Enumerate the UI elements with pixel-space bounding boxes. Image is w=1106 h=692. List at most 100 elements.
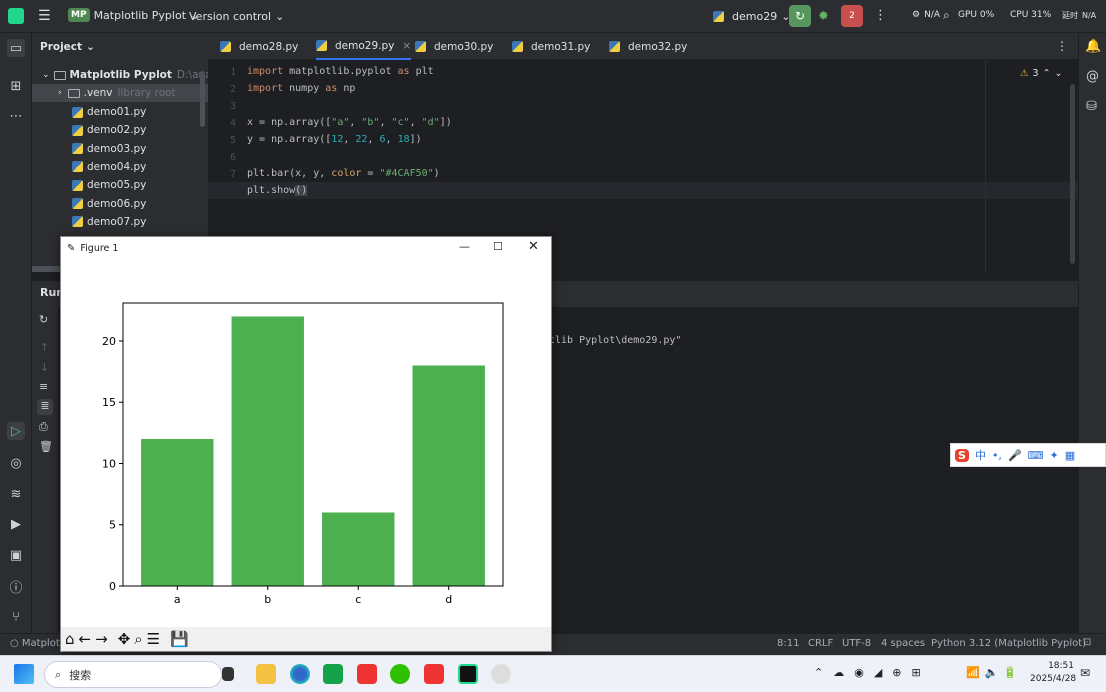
file-encoding[interactable]: UTF-8 xyxy=(842,638,871,649)
line-number: 2 xyxy=(230,84,236,95)
subplots-config-icon[interactable]: ☰ xyxy=(147,630,160,648)
stop-button[interactable]: 2 xyxy=(841,5,863,27)
maximize-icon[interactable]: ☐ xyxy=(493,240,503,253)
system-status-icons[interactable]: 📶🔈🔋 xyxy=(966,666,1022,679)
notifications-icon[interactable]: 🔔 xyxy=(1085,39,1101,54)
tab-demo28[interactable]: demo28.py xyxy=(220,33,298,60)
ai-assistant-icon[interactable]: @ xyxy=(1086,69,1099,84)
terminal-icon[interactable]: ▣ xyxy=(7,546,25,564)
output-line: tlib Pyplot\demo29.py" xyxy=(549,335,682,346)
run-config-selector[interactable]: demo29 ⌄ xyxy=(713,10,790,23)
project-file-item[interactable]: demo02.py xyxy=(72,121,146,139)
layers-icon[interactable]: ≋ xyxy=(7,485,25,503)
debug-icon[interactable]: ✹ xyxy=(818,9,829,24)
close-icon[interactable]: × xyxy=(402,40,411,52)
sogou-icon[interactable]: S xyxy=(955,448,969,462)
indent-setting[interactable]: 4 spaces xyxy=(881,638,925,649)
inspection-widget[interactable]: ⚠ 3 ⌃ ⌄ xyxy=(1020,68,1063,79)
project-file-item[interactable]: demo06.py xyxy=(72,195,146,213)
lock-icon[interactable]: ⊡ xyxy=(1083,637,1091,648)
right-tool-strip: 🔔 @ ⛁ xyxy=(1078,33,1106,633)
rerun-icon[interactable]: ↻ xyxy=(39,313,48,326)
matplotlib-icon: ✎ xyxy=(67,242,76,254)
run-tool-icon[interactable]: ▷ xyxy=(7,422,25,440)
more-icon[interactable]: ⋮ xyxy=(874,8,887,23)
wps-icon[interactable] xyxy=(357,664,377,684)
main-menu-icon[interactable]: ☰ xyxy=(38,8,51,24)
windows-start-icon[interactable] xyxy=(14,664,34,684)
edge-icon[interactable] xyxy=(290,664,310,684)
arrow-down-icon[interactable]: ↓ xyxy=(40,361,49,374)
ime-lang[interactable]: 中 xyxy=(975,447,986,463)
project-selector[interactable]: MP Matplotlib Pyplot ⌄ xyxy=(68,8,199,22)
scroll-to-end-icon[interactable]: ≣ xyxy=(37,399,53,415)
wechat-work-icon[interactable] xyxy=(323,664,343,684)
forward-icon[interactable]: → xyxy=(95,630,108,648)
more-tools-icon[interactable]: ⋯ xyxy=(7,107,25,125)
python-console-icon[interactable]: ◎ xyxy=(7,454,25,472)
database-icon[interactable]: ⛁ xyxy=(1086,99,1097,114)
print-icon[interactable]: ⎙ xyxy=(39,420,48,434)
project-file-item[interactable]: demo07.py xyxy=(72,213,146,231)
clock[interactable]: 18:51 2025/4/28 xyxy=(1030,660,1076,686)
project-file-item[interactable]: demo04.py xyxy=(72,158,146,176)
keyboard-icon[interactable]: ⌨ xyxy=(1028,449,1044,462)
code-line: y = np.array([12, 22, 6, 18]) xyxy=(247,134,422,145)
home-icon[interactable]: ⌂ xyxy=(65,630,75,648)
problems-icon[interactable]: ⓘ xyxy=(7,577,25,596)
tray-icons[interactable]: ⌃☁◉◢⊕⊞ xyxy=(814,666,931,679)
project-file-item[interactable]: demo01.py xyxy=(72,103,146,121)
tab-demo32[interactable]: demo32.py xyxy=(609,33,687,60)
tab-demo30[interactable]: demo30.py xyxy=(415,33,493,60)
pycharm-taskbar-icon[interactable] xyxy=(458,664,478,684)
caret-position[interactable]: 8:11 xyxy=(777,638,799,649)
rerun-button[interactable]: ↻ xyxy=(789,5,811,27)
tab-demo29[interactable]: demo29.py × xyxy=(316,33,412,60)
figure-canvas[interactable]: 0 5 10 15 20 a b c d xyxy=(61,259,551,627)
pan-icon[interactable]: ✥ xyxy=(118,630,131,648)
editor-scrollbar[interactable] xyxy=(1070,84,1075,264)
line-separator[interactable]: CRLF xyxy=(808,638,833,649)
line-number: 1 xyxy=(230,67,236,78)
warning-icon: ⚠ xyxy=(1020,68,1029,79)
structure-icon[interactable]: ⊞ xyxy=(7,77,25,95)
project-header[interactable]: Project ⌄ xyxy=(40,41,95,53)
mic-icon[interactable]: 🎤 xyxy=(1008,449,1022,462)
ram-label: N/A xyxy=(1082,11,1097,20)
punct-icon[interactable]: •, xyxy=(992,449,1002,462)
apps-icon[interactable]: ▦ xyxy=(1065,449,1075,462)
taskbar-search[interactable]: ⌕ 搜索 xyxy=(44,661,222,688)
vcs-selector[interactable]: Version control ⌄ xyxy=(189,10,284,23)
save-icon[interactable]: 💾 xyxy=(170,630,189,648)
folder-icon xyxy=(67,88,80,98)
trash-icon[interactable]: 🗑 xyxy=(39,440,53,453)
line-number: 7 xyxy=(230,169,236,180)
notification-center-icon[interactable]: ✉ xyxy=(1080,666,1090,680)
git-icon[interactable]: ⑂ xyxy=(7,608,25,626)
current-line-highlight xyxy=(208,182,1078,199)
zoom-icon[interactable]: ⌕ xyxy=(134,630,142,648)
search-icon[interactable]: ⌕ xyxy=(943,8,950,23)
tabs-more-icon[interactable]: ⋮ xyxy=(1056,39,1068,53)
wechat-icon[interactable] xyxy=(390,664,410,684)
task-view-icon[interactable] xyxy=(222,667,234,681)
soft-wrap-icon[interactable]: ≡ xyxy=(39,380,48,393)
file-explorer-icon[interactable] xyxy=(256,664,276,684)
windows-taskbar: ⌕ 搜索 ⌃☁◉◢⊕⊞ 📶🔈🔋 18:51 2025/4/28 ✉ xyxy=(0,655,1106,692)
skin-icon[interactable]: ✦ xyxy=(1050,449,1059,462)
tab-demo31[interactable]: demo31.py xyxy=(512,33,590,60)
arrow-up-icon[interactable]: ↑ xyxy=(40,341,49,354)
services-icon[interactable]: ▶ xyxy=(7,515,25,533)
venv-folder[interactable]: › .venv library root xyxy=(32,84,208,102)
project-file-item[interactable]: demo03.py xyxy=(72,140,146,158)
close-icon[interactable]: ✕ xyxy=(528,239,539,254)
minimize-icon[interactable]: — xyxy=(459,240,470,253)
line-number: 5 xyxy=(230,135,236,146)
back-icon[interactable]: ← xyxy=(79,630,92,648)
project-scrollbar[interactable] xyxy=(200,71,205,127)
folder-icon[interactable]: ▭ xyxy=(7,39,25,57)
matplotlib-taskbar-icon[interactable] xyxy=(491,664,511,684)
wps-office-icon[interactable] xyxy=(424,664,444,684)
interpreter[interactable]: Python 3.12 (Matplotlib Pyplot) xyxy=(931,638,1086,649)
project-file-item[interactable]: demo05.py xyxy=(72,176,146,194)
